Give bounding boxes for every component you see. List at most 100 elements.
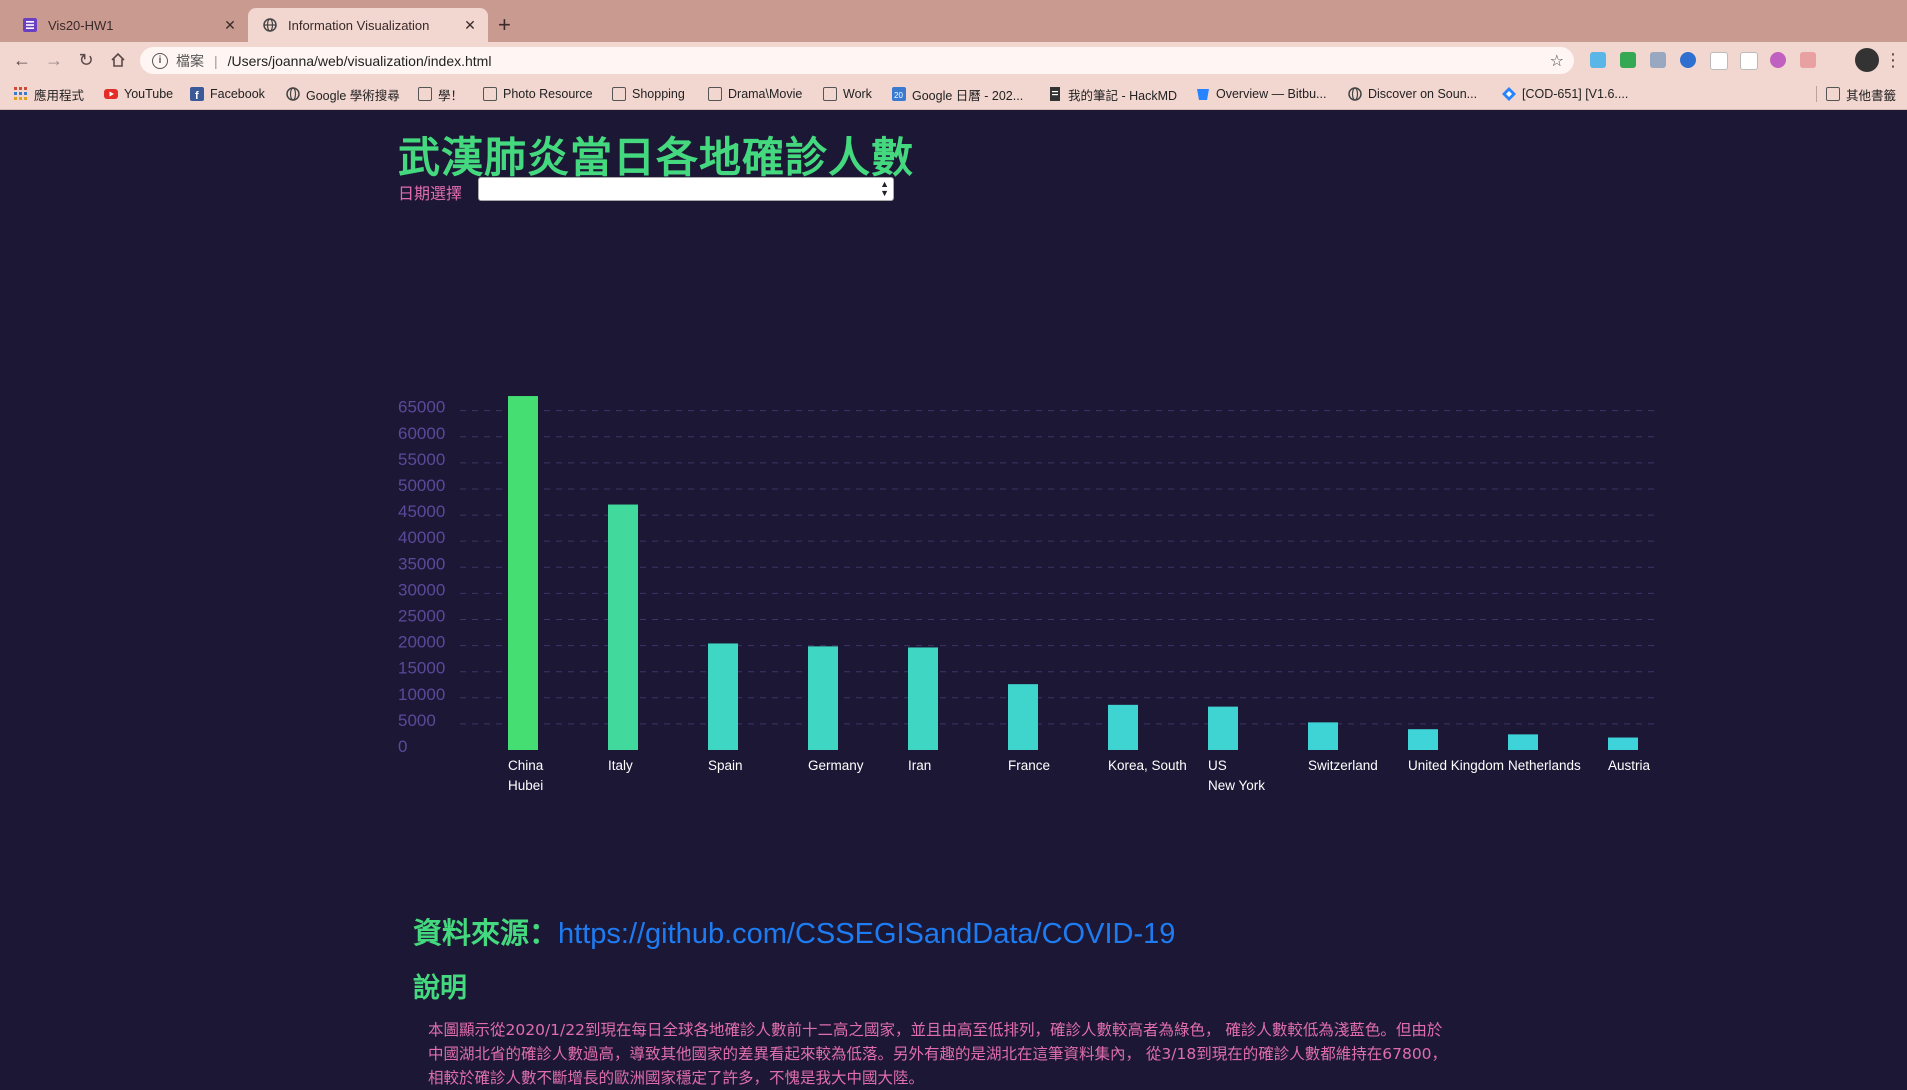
tab-vis20-hw1[interactable]: Vis20-HW1 ✕: [8, 8, 248, 42]
bookmark-folder-shopping[interactable]: Shopping: [612, 85, 685, 103]
home-icon[interactable]: [106, 48, 130, 72]
bar-chart: 0 5000 10000 15000 20000 25000 30000 35000 40000…: [398, 396, 1660, 800]
bookmark-google-scholar[interactable]: Google 學術搜尋: [286, 85, 400, 103]
bookmark-other[interactable]: 其他書籤: [1826, 85, 1896, 103]
youtube-icon: [104, 87, 118, 101]
bookmark-bitbucket[interactable]: Overview — Bitbu...: [1196, 85, 1326, 103]
bar-germany[interactable]: [808, 646, 838, 750]
description-line: 中國湖北省的確診人數過高，導致其他國家的差異看起來較為低落。另外有趣的是湖北在這…: [428, 1045, 1448, 1063]
folder-icon: [708, 87, 722, 101]
y-tick-label: 35000: [398, 554, 445, 573]
folder-icon: [1826, 87, 1840, 101]
y-tick-label: 45000: [398, 502, 445, 521]
jira-icon: [1502, 87, 1516, 101]
dropbox-extension-icon[interactable]: [1650, 52, 1666, 68]
x-label-value: 12612: [1008, 798, 1046, 800]
page-title: 武漢肺炎當日各地確診人數: [398, 133, 915, 182]
close-icon[interactable]: ✕: [462, 17, 478, 34]
bookmark-youtube[interactable]: YouTube: [104, 85, 173, 103]
x-label-country: China: [508, 758, 544, 773]
x-label-value: 47021: [608, 798, 646, 800]
react-extension-icon[interactable]: [1800, 52, 1816, 68]
date-select[interactable]: ▲ ▼: [478, 177, 894, 201]
bookmark-label: Shopping: [632, 87, 685, 101]
bar-korea-south[interactable]: [1108, 704, 1138, 750]
bar-switzerland[interactable]: [1308, 722, 1338, 750]
bar-china[interactable]: [508, 396, 538, 750]
browser-toolbar: ← → ↻ i 檔案 | /Users/joanna/web/visualiza…: [0, 42, 1907, 78]
x-label-country: Italy: [608, 758, 633, 773]
x-label-country: Spain: [708, 758, 743, 773]
menu-dots-icon[interactable]: ⋮: [1884, 48, 1902, 72]
bookmark-folder-study[interactable]: 學！: [418, 85, 463, 103]
bar-france[interactable]: [1008, 684, 1038, 750]
address-url: /Users/joanna/web/visualization/index.ht…: [227, 52, 492, 69]
folder-icon: [823, 87, 837, 101]
bar-netherlands[interactable]: [1508, 734, 1538, 750]
bar-iran[interactable]: [908, 647, 938, 750]
folder-icon: [418, 87, 432, 101]
y-tick-label: 10000: [398, 685, 445, 704]
calendar-icon: 20: [892, 87, 906, 101]
back-arrow-icon[interactable]: ←: [10, 48, 34, 72]
tab-information-visualization[interactable]: Information Visualization ✕: [248, 8, 488, 42]
document-icon: [1048, 87, 1062, 101]
bar-italy[interactable]: [608, 504, 638, 750]
new-tab-icon[interactable]: +: [498, 12, 511, 38]
bar-austria[interactable]: [1608, 737, 1638, 750]
tab-title: Vis20-HW1: [48, 17, 114, 33]
y-tick-label: 30000: [398, 580, 445, 599]
x-label-country: Iran: [908, 758, 931, 773]
svg-text:f: f: [195, 90, 199, 101]
page-content: 武漢肺炎當日各地確診人數 日期選擇 ▲ ▼ 0 5000 10000 15000 2000…: [0, 110, 1907, 1087]
bookmark-folder-photo[interactable]: Photo Resource: [483, 85, 593, 103]
info-icon[interactable]: i: [152, 52, 168, 69]
square-extension-icon[interactable]: [1740, 52, 1758, 70]
bar-us[interactable]: [1208, 706, 1238, 750]
bookmark-hackmd[interactable]: 我的筆記 - HackMD: [1048, 85, 1177, 103]
bird-extension-icon[interactable]: [1680, 52, 1696, 68]
bookmark-jira[interactable]: [COD-651] [V1.6....: [1502, 85, 1628, 103]
globe-icon: [286, 87, 300, 101]
x-label-value: 5294: [1308, 798, 1339, 800]
forms-icon: [22, 17, 38, 33]
x-label-value: 2388: [1608, 798, 1638, 800]
y-tick-label: 25000: [398, 606, 445, 625]
bookmark-soundcloud[interactable]: Discover on Soun...: [1348, 85, 1477, 103]
bar-spain[interactable]: [708, 643, 738, 750]
bookmark-apps[interactable]: 應用程式: [14, 85, 84, 103]
cloud-extension-icon[interactable]: [1590, 52, 1606, 68]
description-heading: 說明: [413, 973, 467, 1004]
bookmark-folder-drama[interactable]: Drama\Movie: [708, 85, 802, 103]
bookmark-label: Work: [843, 87, 872, 101]
x-label-country: Switzerland: [1308, 758, 1378, 773]
address-bar[interactable]: i 檔案 | /Users/joanna/web/visualization/i…: [140, 47, 1574, 74]
y-tick-label: 5000: [398, 711, 436, 730]
y-tick-label: 50000: [398, 476, 445, 495]
x-label-value: 8652: [1108, 798, 1138, 800]
x-label-value: 3983: [1408, 798, 1438, 800]
x-label-country: Germany: [808, 758, 864, 773]
data-source-link[interactable]: https://github.com/CSSEGISandData/COVID-…: [558, 918, 1175, 950]
drive-extension-icon[interactable]: [1620, 52, 1636, 68]
radio-extension-icon[interactable]: [1770, 52, 1786, 68]
select-arrows-icon: ▲ ▼: [880, 179, 889, 198]
avatar[interactable]: [1855, 48, 1879, 72]
x-label-value: 19848: [808, 798, 846, 800]
forward-arrow-icon[interactable]: →: [42, 48, 66, 72]
globe-icon: [1348, 87, 1362, 101]
bookmark-star-icon[interactable]: ☆: [1550, 51, 1564, 71]
bookmark-facebook[interactable]: f Facebook: [190, 85, 265, 103]
reload-icon[interactable]: ↻: [74, 48, 98, 72]
bookmark-google-calendar[interactable]: 20 Google 日曆 - 202...: [892, 85, 1023, 103]
x-label-value: 19644: [908, 798, 946, 800]
close-icon[interactable]: ✕: [222, 17, 238, 34]
bookmark-label: 其他書籤: [1846, 88, 1897, 103]
bookmark-label: [COD-651] [V1.6....: [1522, 87, 1629, 101]
x-label-value: 2994: [1508, 798, 1539, 800]
data-source-label: 資料來源：: [413, 916, 559, 950]
bookmark-folder-work[interactable]: Work: [823, 85, 872, 103]
description-line: 本圖顯示從2020/1/22到現在每日全球各地確診人數前十二高之國家，並且由高至…: [428, 1021, 1443, 1039]
font-extension-icon[interactable]: [1710, 52, 1728, 70]
bar-united-kingdom[interactable]: [1408, 729, 1438, 750]
